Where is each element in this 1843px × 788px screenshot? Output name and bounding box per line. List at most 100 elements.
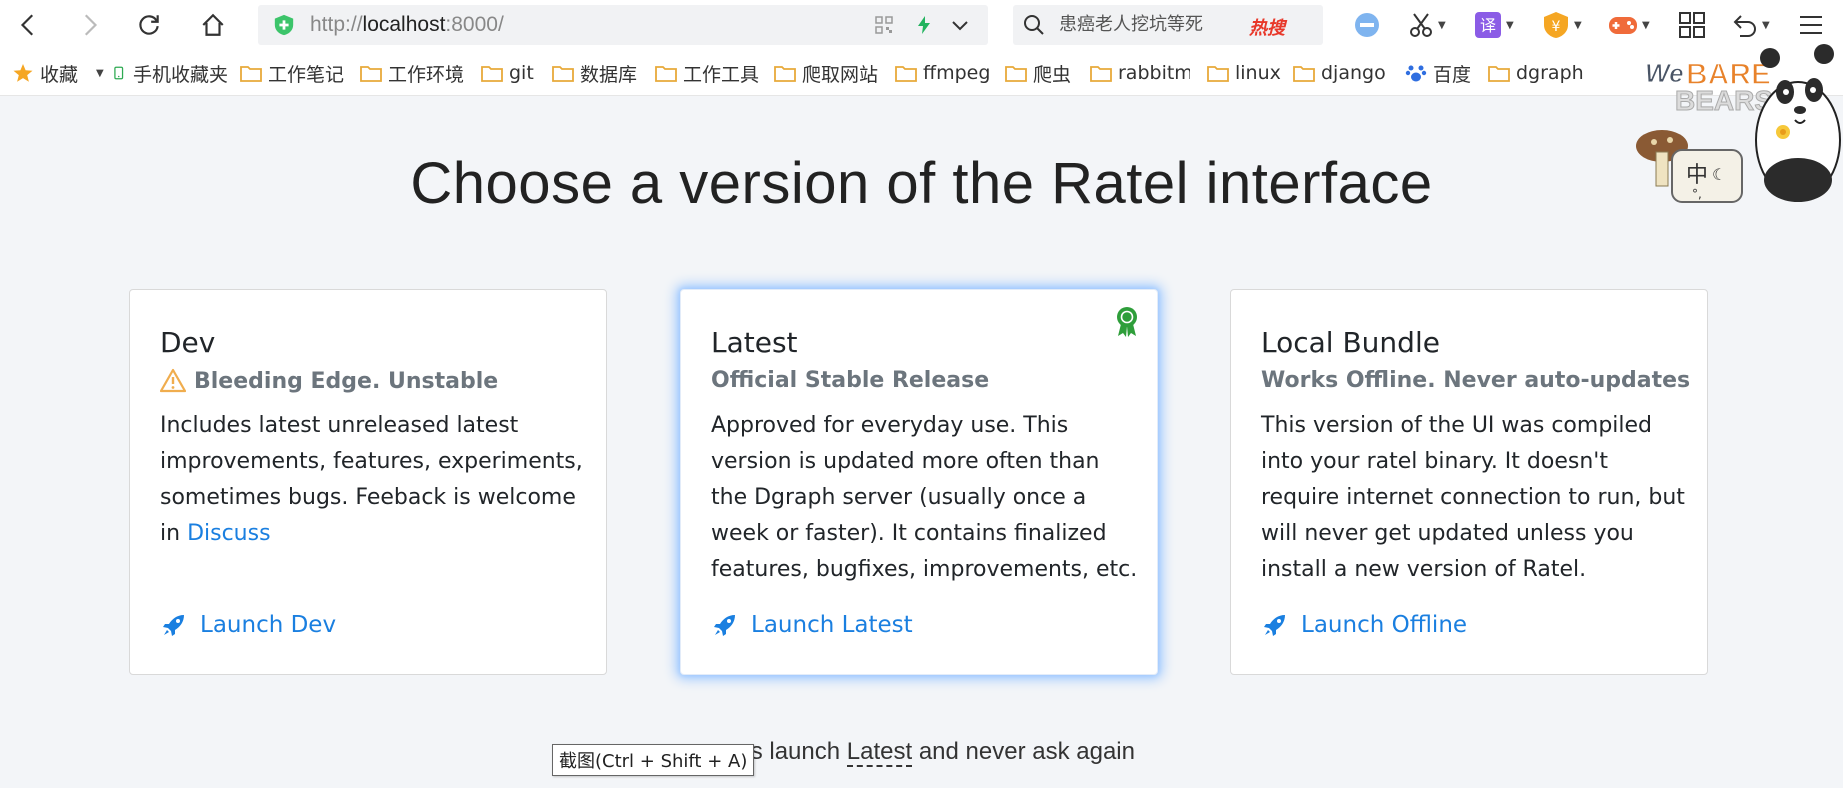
svg-text:We: We	[1645, 58, 1684, 88]
bookmark-folder-work-tools[interactable]: 工作工具	[655, 50, 759, 96]
card-local-bundle: Local Bundle Works Offline. Never auto-u…	[1230, 289, 1708, 675]
card-description: This version of the UI was compiled into…	[1261, 413, 1685, 582]
caret-down-icon: ▼	[1642, 19, 1650, 31]
bookmark-folder-rabbitmq[interactable]: rabbitm	[1090, 50, 1190, 96]
bookmark-favorites[interactable]: 收藏 ▼	[12, 50, 104, 96]
bookmark-folder-database[interactable]: 数据库	[552, 50, 637, 96]
caret-down-icon: ▼	[1762, 19, 1770, 31]
caret-down-icon: ▼	[1574, 19, 1582, 31]
folder-icon	[895, 66, 917, 82]
bookmark-folder-dgraph[interactable]: dgraph	[1488, 50, 1584, 96]
launch-label: Launch Offline	[1301, 612, 1468, 638]
launch-latest-button[interactable]: Launch Latest	[713, 612, 913, 638]
folder-icon	[1488, 66, 1510, 82]
bookmark-mobile-favorites[interactable]: 手机收藏夹	[113, 50, 228, 96]
card-subtitle: Official Stable Release	[711, 368, 989, 393]
bookmark-folder-crawler[interactable]: 爬虫	[1005, 50, 1071, 96]
adblock-button[interactable]	[1353, 10, 1381, 40]
bookmark-folder-work-env[interactable]: 工作环境	[360, 50, 464, 96]
folder-icon	[1005, 66, 1027, 82]
page-title: Choose a version of the Ratel interface	[410, 151, 1433, 216]
paw-icon	[1405, 65, 1427, 82]
launch-dev-button[interactable]: Launch Dev	[162, 612, 336, 638]
bookmark-label: 手机收藏夹	[133, 63, 229, 86]
screenshot-shortcut-tooltip: 截图(Ctrl + Shift + A)	[552, 744, 755, 776]
bookmark-folder-ffmpeg[interactable]: ffmpeg	[895, 50, 990, 96]
search-icon	[1024, 15, 1044, 35]
bookmark-label: rabbitm	[1118, 62, 1190, 84]
card-subtitle-text: Works Offline. Never auto-updates	[1261, 368, 1691, 393]
hot-search-label: 热搜	[1249, 18, 1285, 39]
rocket-icon	[1264, 615, 1285, 636]
footer-text-after: and never ask again	[912, 738, 1135, 765]
url-host: localhost	[362, 13, 446, 36]
url-suffix: :8000/	[445, 13, 504, 36]
card-description: Approved for everyday use. This version …	[711, 413, 1138, 582]
card-description: Includes latest unreleased latest improv…	[160, 408, 590, 552]
launch-offline-button[interactable]: Launch Offline	[1263, 612, 1467, 638]
bookmark-label: 数据库	[580, 63, 638, 86]
rocket-icon	[163, 615, 184, 636]
bookmark-folder-work-notes[interactable]: 工作笔记	[240, 50, 344, 96]
forward-button[interactable]	[72, 8, 106, 42]
phone-icon	[114, 66, 124, 80]
translate-button[interactable]: 译 ▼	[1474, 10, 1514, 40]
address-bar[interactable]: http://localhost:8000/	[258, 5, 988, 45]
bookmark-label: git	[509, 62, 534, 84]
latest-link[interactable]: Latest	[846, 738, 913, 767]
folder-icon	[1293, 66, 1315, 82]
home-icon	[202, 13, 224, 36]
card-latest: Latest Official Stable Release Approved …	[680, 289, 1158, 675]
block-icon	[1355, 13, 1379, 37]
chevron-down-icon[interactable]	[950, 15, 970, 35]
caret-down-icon[interactable]: ▼	[96, 68, 104, 79]
card-subtitle: Works Offline. Never auto-updates	[1261, 368, 1690, 393]
scissors-icon	[1410, 13, 1432, 37]
star-icon	[13, 64, 33, 82]
card-title: Dev	[160, 326, 216, 359]
bookmark-label: 收藏	[40, 63, 79, 86]
svg-text:BEARS: BEARS	[1675, 85, 1773, 116]
folder-icon	[774, 66, 796, 82]
search-box[interactable]: 患癌老人挖坑等死 热搜	[1013, 5, 1323, 45]
award-ribbon-icon	[1117, 307, 1137, 337]
card-subtitle: Bleeding Edge. Unstable	[160, 368, 498, 394]
bookmark-folder-django[interactable]: django	[1293, 50, 1386, 96]
bookmark-label: 工作笔记	[268, 63, 345, 86]
reload-button[interactable]	[132, 8, 166, 42]
warning-icon	[160, 368, 186, 393]
folder-icon	[360, 66, 382, 82]
back-button[interactable]	[12, 8, 46, 42]
yen-shield-icon: ¥	[1544, 12, 1568, 38]
always-launch-latest-option[interactable]: ways launch Latest and never ask again	[0, 738, 1843, 767]
home-button[interactable]	[196, 8, 230, 42]
reload-icon	[139, 15, 159, 35]
bookmark-folder-crawl-sites[interactable]: 爬取网站	[774, 50, 878, 96]
card-dev: Dev Bleeding Edge. Unstable Includes lat…	[129, 289, 607, 675]
bookmark-label: ffmpeg	[923, 62, 991, 84]
arrow-right-icon	[84, 14, 98, 36]
bookmark-baidu[interactable]: 百度	[1405, 50, 1471, 96]
qr-code-icon[interactable]	[874, 15, 894, 35]
bookmark-folder-git[interactable]: git	[481, 50, 534, 96]
card-title: Local Bundle	[1261, 326, 1440, 359]
bookmark-folder-linux[interactable]: linux	[1207, 50, 1281, 96]
lightning-icon[interactable]	[914, 15, 934, 35]
url-prefix: http://	[310, 13, 363, 36]
search-input[interactable]: 患癌老人挖坑等死	[1059, 5, 1239, 45]
folder-icon	[655, 66, 677, 82]
translate-icon: 译	[1475, 12, 1501, 38]
bookmark-label: dgraph	[1516, 62, 1584, 84]
rocket-icon	[714, 615, 735, 636]
coupon-button[interactable]: ¥ ▼	[1542, 10, 1582, 40]
launch-label: Launch Dev	[200, 612, 337, 638]
card-title: Latest	[711, 326, 798, 359]
bookmarks-bar: 收藏 ▼ 手机收藏夹 工作笔记 工作环境 git 数据库 工作工具 爬取网站 f…	[0, 50, 1843, 96]
screenshot-button[interactable]: ▼	[1408, 10, 1446, 40]
folder-icon	[1207, 66, 1229, 82]
bookmark-label: 工作工具	[683, 63, 760, 86]
bookmark-label: 工作环境	[388, 63, 465, 86]
discuss-link[interactable]: Discuss	[187, 521, 270, 546]
bookmark-label: django	[1321, 62, 1386, 84]
hot-search-badge[interactable]: 热搜	[1249, 14, 1285, 40]
